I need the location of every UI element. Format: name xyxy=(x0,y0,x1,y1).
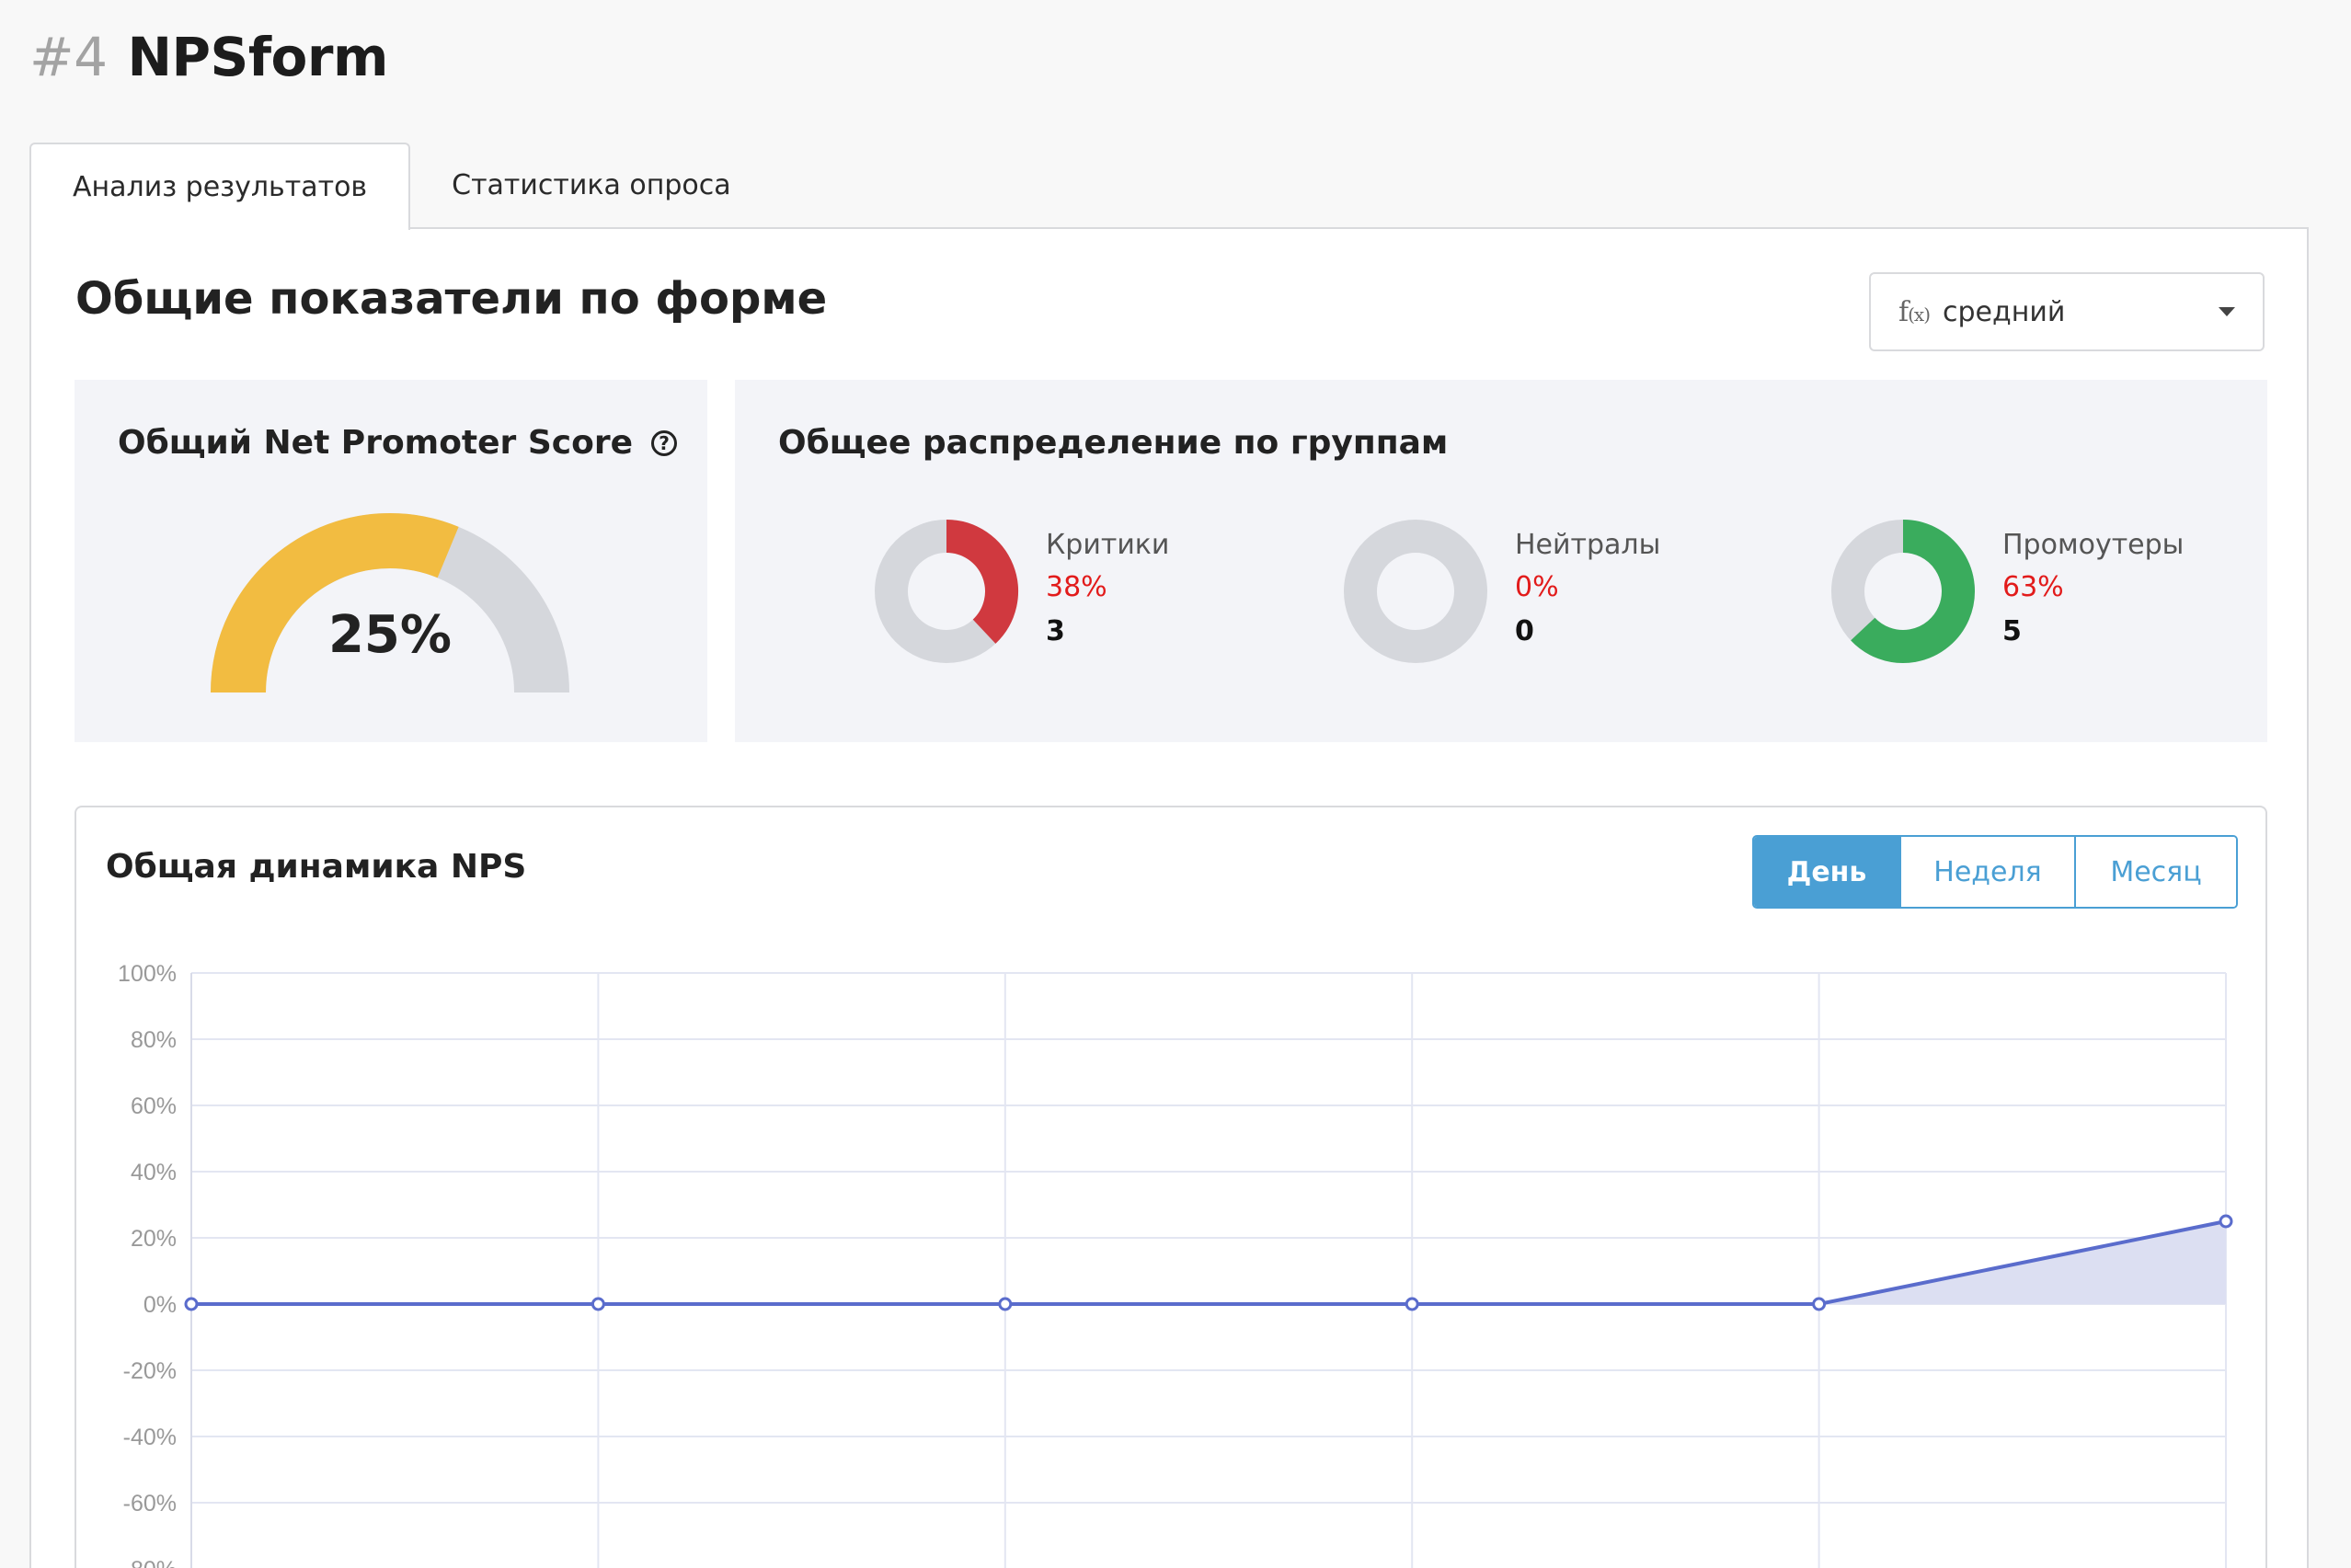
data-point xyxy=(1812,1297,1827,1311)
y-tick-label: 100% xyxy=(118,961,177,987)
y-tick-label: -20% xyxy=(123,1358,177,1384)
nps-card-title: Общий Net Promoter Score ? xyxy=(118,424,678,462)
group-percent: 0% xyxy=(1515,571,1559,603)
tab-analysis[interactable]: Анализ результатов xyxy=(29,143,411,230)
nps-gauge xyxy=(211,513,569,692)
y-tick-label: 60% xyxy=(131,1093,177,1119)
distribution-card: Общее распределение по группам Критики 3… xyxy=(735,380,2267,742)
group-name: Промоутеры xyxy=(2002,529,2185,561)
fx-icon: f(x) xyxy=(1898,295,1931,328)
data-point xyxy=(2219,1214,2233,1229)
page-title: #4 NPSform xyxy=(29,20,388,94)
data-point xyxy=(591,1297,605,1311)
neutrals-donut xyxy=(1344,520,1487,663)
fx-icon-arg: (x) xyxy=(1908,303,1931,326)
group-neutrals: Нейтралы 0% 0 xyxy=(1342,518,1756,674)
critics-donut xyxy=(875,520,1018,663)
question-circle-icon[interactable]: ? xyxy=(651,429,678,456)
y-tick-label: -60% xyxy=(123,1491,177,1516)
donut-track xyxy=(1344,520,1487,663)
y-tick-label: -40% xyxy=(123,1425,177,1450)
y-tick-label: 80% xyxy=(131,1027,177,1053)
form-name: NPSform xyxy=(127,26,389,88)
data-point xyxy=(184,1297,199,1311)
y-tick-label: -80% xyxy=(123,1557,177,1568)
data-point xyxy=(998,1297,1013,1311)
form-number: #4 xyxy=(29,26,108,88)
tab-bar: Анализ результатов Статистика опроса xyxy=(29,143,773,230)
group-promoters: Промоутеры 63% 5 xyxy=(1829,518,2243,674)
group-critics: Критики 38% 3 xyxy=(873,518,1287,674)
promoters-donut xyxy=(1831,520,1975,663)
series-area xyxy=(191,1221,2226,1304)
tab-statistics[interactable]: Статистика опроса xyxy=(410,143,773,228)
app-root: #4 NPSform Анализ результатов Статистика… xyxy=(0,0,2351,1568)
distribution-card-title: Общее распределение по группам xyxy=(778,424,1449,462)
aggregate-function-value: средний xyxy=(1943,295,2066,328)
group-count: 5 xyxy=(2002,615,2022,647)
y-tick-label: 20% xyxy=(131,1226,177,1252)
group-name: Критики xyxy=(1046,529,1170,561)
section-title: Общие показатели по форме xyxy=(75,273,828,325)
group-percent: 38% xyxy=(1046,571,1107,603)
nps-card: Общий Net Promoter Score ? 25% xyxy=(75,380,707,742)
y-tick-label: 0% xyxy=(143,1292,177,1318)
y-tick-label: 40% xyxy=(131,1160,177,1185)
nps-value: 25% xyxy=(327,605,453,665)
group-count: 3 xyxy=(1046,615,1065,647)
group-name: Нейтралы xyxy=(1515,529,1661,561)
nps-dynamics-card: Общая динамика NPS День Неделя Месяц 100… xyxy=(75,806,2267,1568)
nps-card-title-text: Общий Net Promoter Score xyxy=(118,424,634,462)
main-panel: Общие показатели по форме f(x) средний О… xyxy=(29,227,2309,1568)
aggregate-function-select[interactable]: f(x) средний xyxy=(1869,272,2265,351)
group-percent: 63% xyxy=(2002,571,2064,603)
group-count: 0 xyxy=(1515,615,1534,647)
nps-line-chart: 100% 80% 60% 40% 20% 0% -20% -40% -60% -80% xyxy=(118,961,2233,1568)
fx-icon-letter: f xyxy=(1898,295,1909,328)
data-point xyxy=(1405,1297,1419,1311)
chevron-down-icon xyxy=(2219,307,2235,316)
donut-arc xyxy=(946,520,1018,644)
